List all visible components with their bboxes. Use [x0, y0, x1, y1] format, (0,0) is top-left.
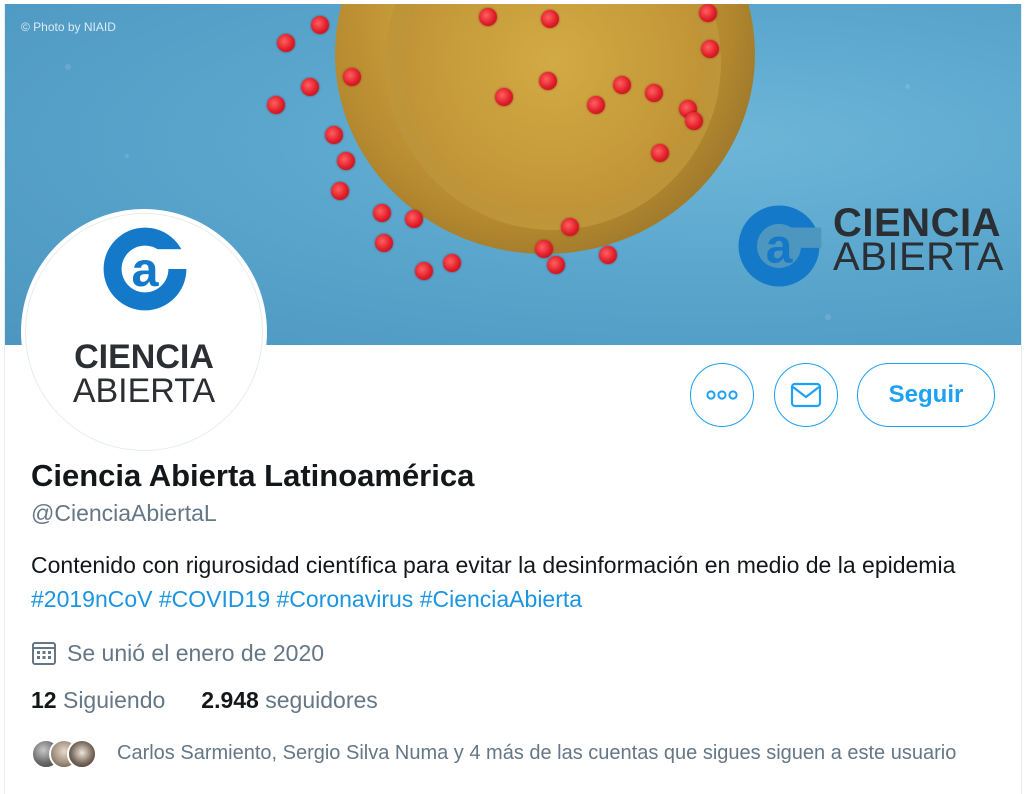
photo-credit: © Photo by NIAID [21, 20, 116, 34]
following-link[interactable]: 12 Siguiendo [31, 687, 165, 714]
calendar-icon [32, 642, 56, 665]
following-count: 12 [31, 687, 57, 713]
followers-you-know-text: Carlos Sarmiento, Sergio Silva Numa y 4 … [117, 742, 957, 764]
hashtag-link[interactable]: #2019nCoV [31, 586, 153, 612]
banner-logo: a CIENCIA ABIERTA [733, 200, 1003, 292]
follow-button[interactable]: Seguir [857, 363, 995, 427]
join-date-text: Se unió el enero de 2020 [67, 639, 325, 666]
profile-name: Ciencia Abierta Latinoamérica [31, 458, 475, 493]
avatar-logo-line2: ABIERTA [72, 372, 216, 410]
followers-link[interactable]: 2.948 seguidores [201, 687, 377, 714]
envelope-icon [790, 382, 822, 408]
hashtag-link[interactable]: #CienciaAbierta [420, 586, 582, 612]
avatar-logo-line1: CIENCIA [74, 338, 214, 376]
profile-avatar[interactable]: a CIENCIA ABIERTA [25, 213, 263, 451]
avatar [67, 739, 97, 769]
followers-label: seguidores [265, 687, 378, 713]
follower-avatars [31, 737, 111, 771]
followers-count: 2.948 [201, 687, 259, 713]
following-label: Siguiendo [62, 687, 166, 713]
profile-bio: Contenido con rigurosidad científica par… [31, 548, 1011, 616]
join-date: Se unió el enero de 2020 [31, 636, 324, 670]
more-horizontal-icon [706, 390, 738, 400]
more-options-button[interactable] [690, 363, 754, 427]
profile-card: © Photo by NIAID a CIENCIA ABIERTA a CIE… [4, 4, 1022, 794]
svg-text:a: a [131, 243, 159, 297]
svg-text:a: a [766, 221, 793, 274]
ciencia-abierta-logo-icon: a [103, 227, 190, 311]
profile-stats: 12 Siguiendo 2.948 seguidores [31, 687, 378, 714]
hashtag-link[interactable]: #COVID19 [159, 586, 270, 612]
ciencia-abierta-logo-icon: a [738, 205, 822, 287]
hashtag-link[interactable]: #Coronavirus [277, 586, 414, 612]
banner-logo-line2: ABIERTA [833, 235, 1004, 279]
followers-you-know[interactable]: Carlos Sarmiento, Sergio Silva Numa y 4 … [31, 737, 991, 771]
message-button[interactable] [774, 363, 838, 427]
bio-text: Contenido con rigurosidad científica par… [31, 552, 956, 578]
profile-handle: @CienciaAbiertaL [31, 500, 217, 526]
